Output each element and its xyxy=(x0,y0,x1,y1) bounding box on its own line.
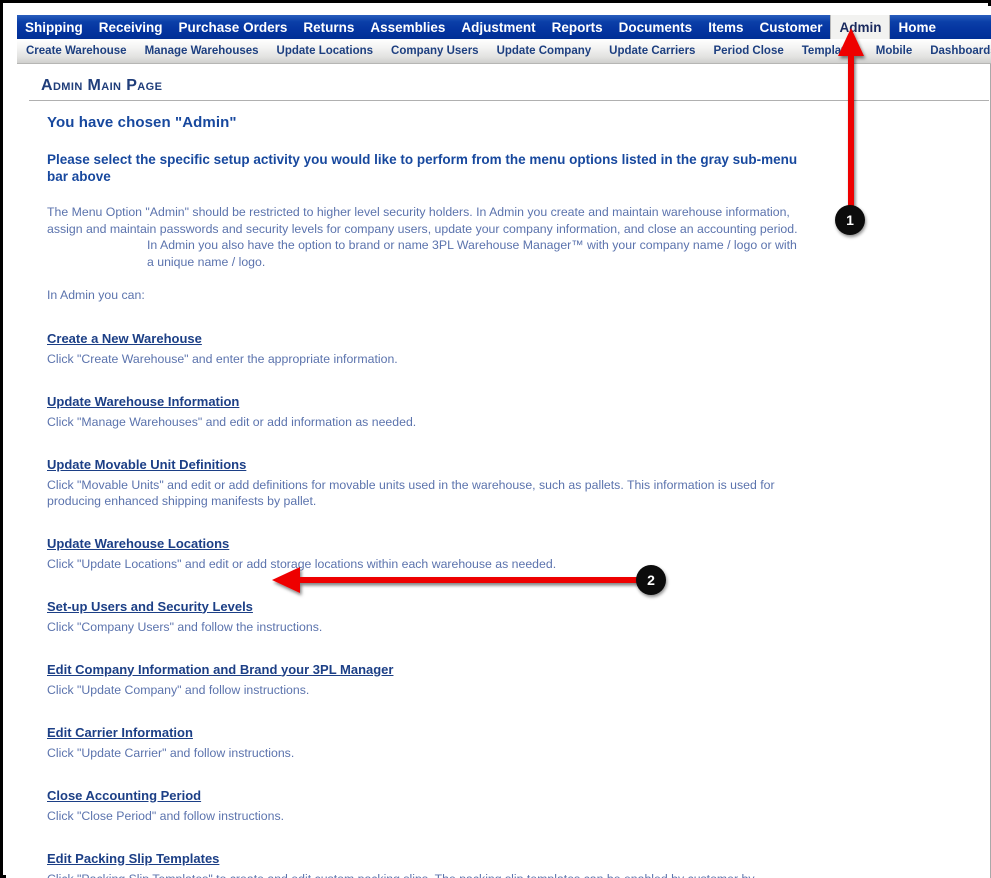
subnav-item-period-close[interactable]: Period Close xyxy=(704,45,792,57)
nav-item-label: Reports xyxy=(551,19,603,35)
section-create-warehouse: Create a New Warehouse Click "Create War… xyxy=(47,330,817,367)
subnav-item-dashboards[interactable]: Dashboards xyxy=(921,45,991,57)
link-edit-company-information[interactable]: Edit Company Information and Brand your … xyxy=(47,662,393,677)
subnav-item-label: Update Carriers xyxy=(609,45,696,57)
nav-item-label: Items xyxy=(708,19,744,35)
page-content: Admin Main Page You have chosen "Admin" … xyxy=(17,64,991,878)
subnav-item-company-users[interactable]: Company Users xyxy=(382,45,488,57)
description-text-pre: Click "Packing Slip Templates" to create… xyxy=(47,872,755,878)
section-description: Click "Update Company" and follow instru… xyxy=(47,682,310,697)
nav-item-returns[interactable]: Returns xyxy=(295,15,362,39)
nav-item-assemblies[interactable]: Assemblies xyxy=(362,15,453,39)
nav-item-label: Documents xyxy=(618,19,693,35)
page-heading: You have chosen "Admin" xyxy=(47,114,237,131)
subnav-item-manage-warehouses[interactable]: Manage Warehouses xyxy=(136,45,268,57)
link-update-movable-unit-definitions[interactable]: Update Movable Unit Definitions xyxy=(47,457,246,472)
link-edit-carrier-information[interactable]: Edit Carrier Information xyxy=(47,725,193,740)
page-subheading: Please select the specific setup activit… xyxy=(47,152,798,184)
link-set-up-users-and-security-levels[interactable]: Set-up Users and Security Levels xyxy=(47,599,253,614)
subnav-item-mobile[interactable]: Mobile xyxy=(867,45,921,57)
subnav-item-update-locations[interactable]: Update Locations xyxy=(268,45,382,57)
subnav-item-label: Company Users xyxy=(391,45,479,57)
nav-item-label: Returns xyxy=(303,19,355,35)
subnav-item-label: Update Company xyxy=(496,45,592,57)
intro-paragraph: The Menu Option "Admin" should be restri… xyxy=(47,205,798,236)
page-title: Admin Main Page xyxy=(41,77,163,94)
nav-item-purchase-orders[interactable]: Purchase Orders xyxy=(171,15,296,39)
page-body: You have chosen "Admin" Please select th… xyxy=(47,114,817,878)
section-description: Click "Update Locations" and edit or add… xyxy=(47,556,557,571)
link-update-warehouse-information[interactable]: Update Warehouse Information xyxy=(47,394,239,409)
subnav-item-label: Templates xyxy=(801,45,858,57)
nav-item-label: Purchase Orders xyxy=(178,19,288,35)
link-close-accounting-period[interactable]: Close Accounting Period xyxy=(47,788,201,803)
nav-item-admin[interactable]: Admin xyxy=(830,15,891,39)
section-edit-packing-slip-templates: Edit Packing Slip Templates Click "Packi… xyxy=(47,850,817,878)
nav-item-receiving[interactable]: Receiving xyxy=(91,15,171,39)
application-content: Shipping Receiving Purchase Orders Retur… xyxy=(6,6,991,878)
link-edit-packing-slip-templates[interactable]: Edit Packing Slip Templates xyxy=(47,851,219,866)
subnav-item-label: Period Close xyxy=(713,45,784,57)
nav-item-customer[interactable]: Customer xyxy=(751,15,830,39)
section-description: Click "Close Period" and follow instruct… xyxy=(47,808,285,823)
application-window: Shipping Receiving Purchase Orders Retur… xyxy=(0,0,991,878)
nav-item-items[interactable]: Items xyxy=(700,15,751,39)
subnav-item-label: Mobile xyxy=(875,45,913,57)
nav-item-shipping[interactable]: Shipping xyxy=(17,15,91,39)
nav-item-documents[interactable]: Documents xyxy=(611,15,701,39)
section-edit-company-information: Edit Company Information and Brand your … xyxy=(47,661,817,698)
link-update-warehouse-locations[interactable]: Update Warehouse Locations xyxy=(47,536,229,551)
subnav-item-label: Manage Warehouses xyxy=(144,45,259,57)
section-description: Click "Company Users" and follow the ins… xyxy=(47,619,323,634)
section-description: Click "Update Carrier" and follow instru… xyxy=(47,745,295,760)
nav-item-label: Home xyxy=(898,19,936,35)
nav-item-label: Customer xyxy=(759,19,823,35)
section-update-warehouse-locations: Update Warehouse Locations Click "Update… xyxy=(47,535,817,572)
sub-navigation-bar: Create Warehouse Manage Warehouses Updat… xyxy=(17,39,991,64)
subnav-item-label: Dashboards xyxy=(930,45,991,57)
section-update-movable-unit-definitions: Update Movable Unit Definitions Click "M… xyxy=(47,456,817,509)
nav-item-adjustment[interactable]: Adjustment xyxy=(453,15,543,39)
link-create-new-warehouse[interactable]: Create a New Warehouse xyxy=(47,331,202,346)
section-close-accounting-period: Close Accounting Period Click "Close Per… xyxy=(47,787,817,824)
section-edit-carrier-information: Edit Carrier Information Click "Update C… xyxy=(47,724,817,761)
nav-item-label: Admin xyxy=(839,19,882,35)
subnav-item-templates[interactable]: Templates xyxy=(793,45,867,57)
subnav-item-update-company[interactable]: Update Company xyxy=(488,45,601,57)
subnav-item-update-carriers[interactable]: Update Carriers xyxy=(600,45,704,57)
nav-item-home[interactable]: Home xyxy=(890,15,944,39)
section-description: Click "Manage Warehouses" and edit or ad… xyxy=(47,414,417,429)
nav-item-label: Shipping xyxy=(25,19,83,35)
section-description: Click "Movable Units" and edit or add de… xyxy=(47,477,775,508)
title-divider xyxy=(29,100,989,101)
subnav-item-label: Update Locations xyxy=(276,45,374,57)
main-navigation-bar: Shipping Receiving Purchase Orders Retur… xyxy=(17,15,991,39)
nav-item-reports[interactable]: Reports xyxy=(544,15,611,39)
section-description: Click "Create Warehouse" and enter the a… xyxy=(47,351,398,366)
section-set-up-users-and-security-levels: Set-up Users and Security Levels Click "… xyxy=(47,598,817,635)
subnav-item-label: Create Warehouse xyxy=(26,45,127,57)
nav-item-label: Assemblies xyxy=(370,19,446,35)
section-description: Click "Packing Slip Templates" to create… xyxy=(47,871,799,878)
branding-paragraph: In Admin you also have the option to bra… xyxy=(147,238,797,269)
nav-item-label: Adjustment xyxy=(461,19,536,35)
list-intro-paragraph: In Admin you can: xyxy=(47,288,145,302)
subnav-item-create-warehouse[interactable]: Create Warehouse xyxy=(17,45,136,57)
section-update-warehouse-information: Update Warehouse Information Click "Mana… xyxy=(47,393,817,430)
nav-item-label: Receiving xyxy=(98,19,163,35)
